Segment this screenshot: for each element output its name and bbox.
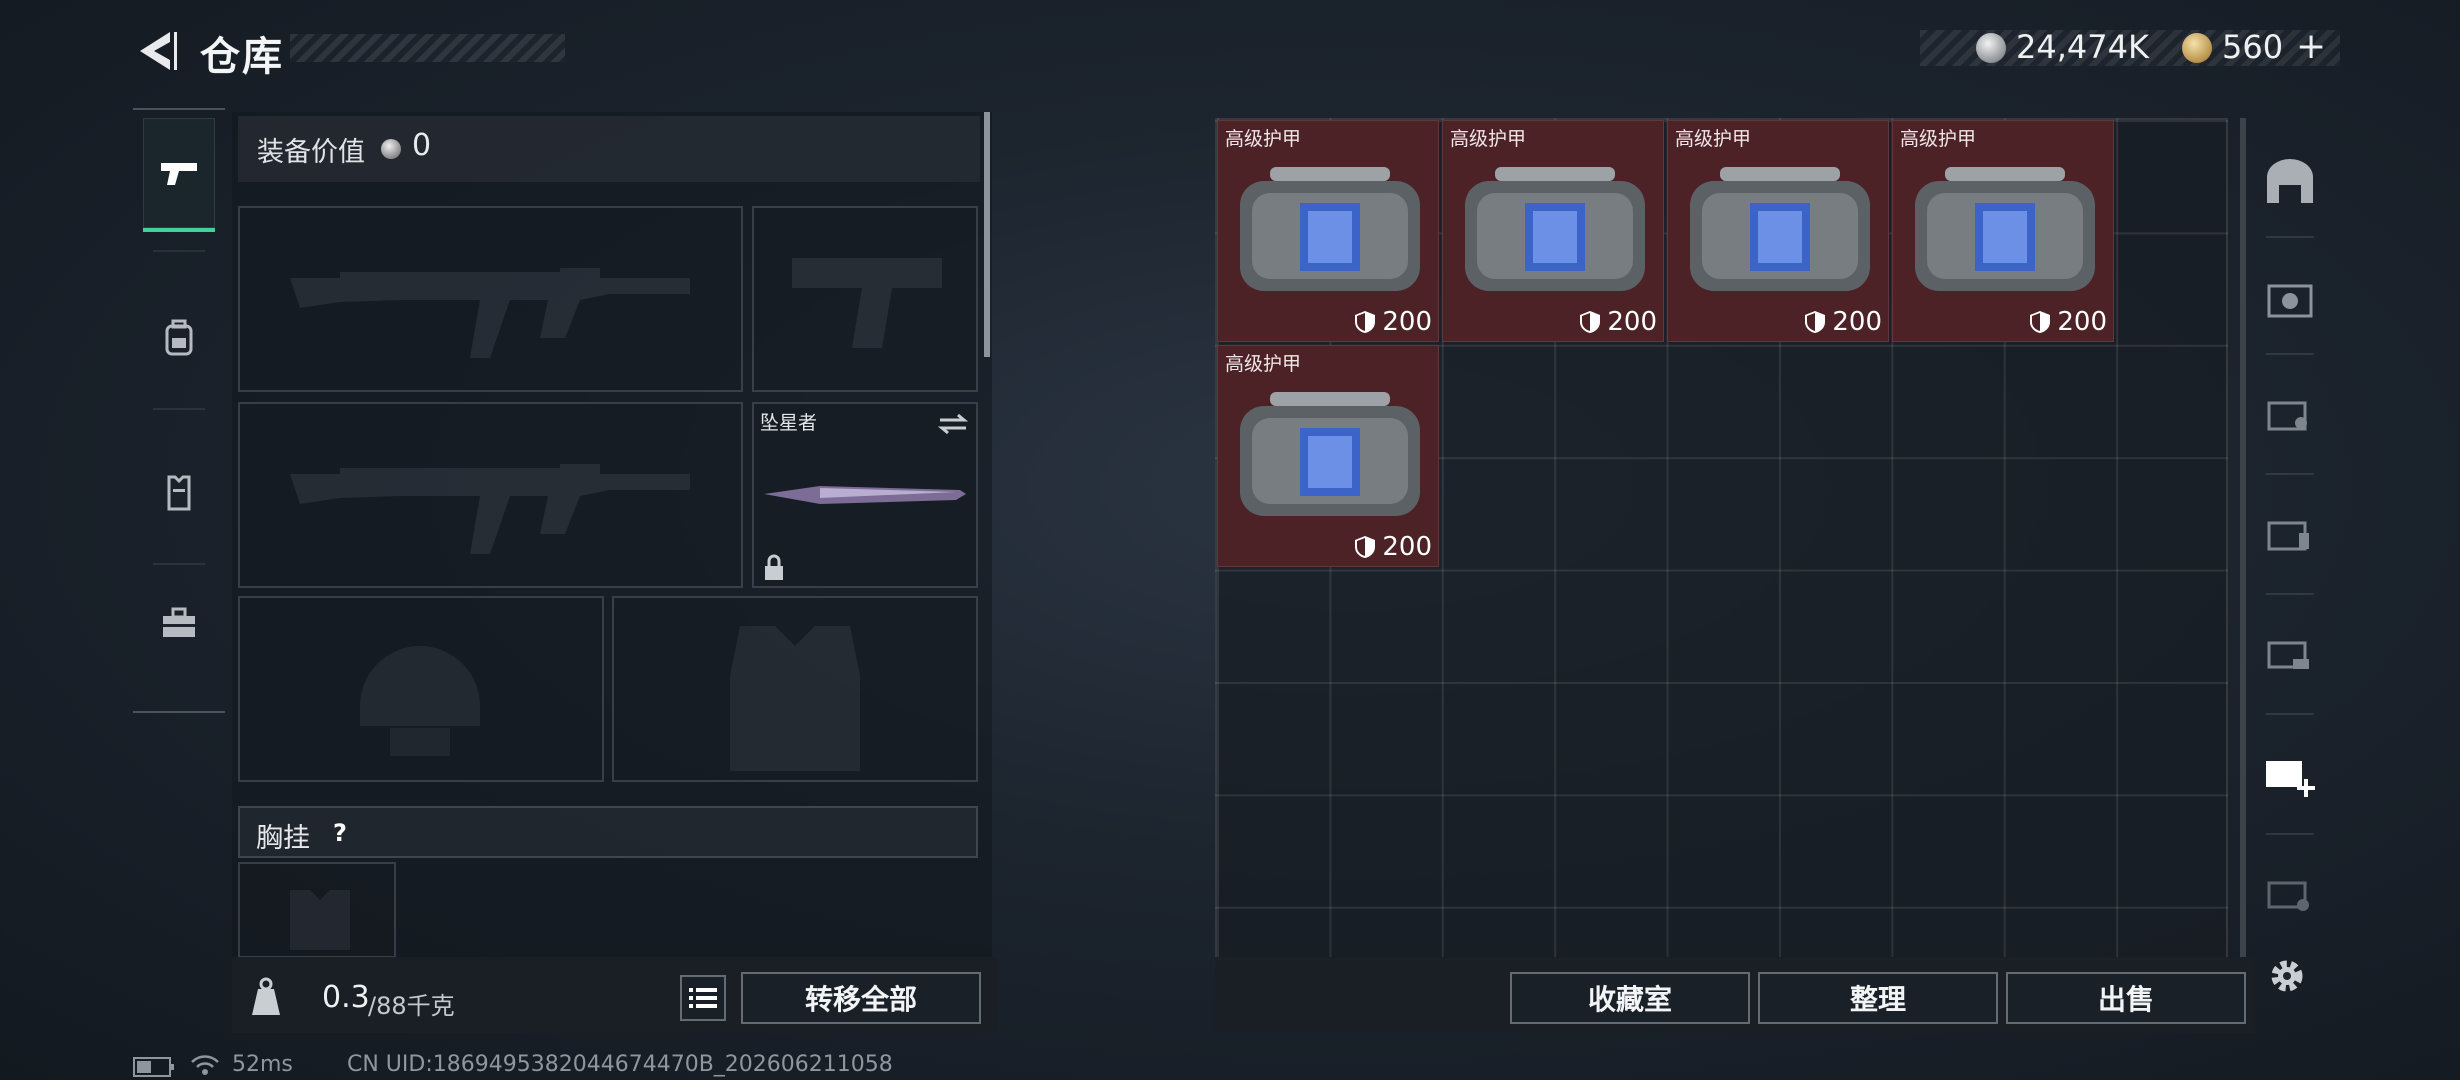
armor-bag-icon [1915,167,2095,291]
equipment-scrollbar[interactable] [984,112,990,357]
organize-button[interactable]: 整理 [1758,972,1998,1024]
storage-scrollbar[interactable] [2240,118,2246,958]
sidearm-slot[interactable] [752,206,978,392]
weight-max: /88千克 [368,992,455,1020]
warehouse-icon [2267,159,2313,203]
equipment-value-label: 装备价值 [257,137,365,168]
silver-coin-icon [1976,33,2006,63]
tab-backpack[interactable] [143,283,215,393]
silver-amount: 24,474K [2016,28,2149,66]
ping: 52ms [232,1052,293,1077]
sell-button[interactable]: 出售 [2006,972,2246,1024]
rifle-silhouette-icon [290,464,690,554]
back-arrow-icon [140,32,177,70]
case-icon [2267,881,2309,911]
toolbox-icon [163,607,195,637]
swap-icon[interactable] [936,412,970,436]
user-uid: CN UID:1869495382044674470B_202606211058 [347,1052,893,1077]
list-view-button[interactable] [680,975,726,1021]
inventory-item[interactable]: 高级护甲 200 [1667,120,1889,342]
armor-silhouette-icon [730,626,860,771]
inventory-item[interactable]: 高级护甲 200 [1217,120,1439,342]
title-decoration [290,34,565,62]
armor-bag-icon [1240,167,1420,291]
list-icon [689,988,717,1008]
armor-shield-icon [2030,311,2051,333]
rifle-silhouette-icon [290,268,690,358]
equipment-value: 0 [412,128,432,163]
item-value: 200 [1382,307,1432,337]
primary-weapon-slot-1[interactable] [238,206,743,392]
armor-bag-icon [1465,167,1645,291]
inventory-item[interactable]: 高级护甲 200 [1442,120,1664,342]
case-icon [2267,284,2313,318]
settings-gear-icon[interactable] [2265,954,2309,998]
page-title: 仓库 [200,34,284,80]
pistol-icon [161,163,197,185]
storage-tab-main[interactable] [2254,128,2326,238]
transfer-all-button[interactable]: 转移全部 [741,972,981,1024]
item-value: 200 [1607,307,1657,337]
add-storage-icon [2266,761,2315,797]
armor-bag-icon [1240,392,1420,516]
tab-toolbox[interactable] [143,568,215,678]
inventory-item[interactable]: 高级护甲 200 [1217,345,1439,567]
weight-current: 0.3 [322,980,370,1015]
knife-icon [764,486,966,504]
tab-vest[interactable] [143,438,215,548]
item-value: 200 [1832,307,1882,337]
folder-icon [2267,521,2309,551]
storage-tab-5[interactable] [2254,243,2326,353]
storage-tab-4[interactable] [2254,358,2326,468]
storage-tab-3[interactable] [2254,478,2326,588]
collection-room-button[interactable]: 收藏室 [1510,972,1750,1024]
chest-rig-silhouette-icon [290,890,350,950]
chest-rig-slot[interactable] [238,862,396,958]
armor-shield-icon [1355,311,1376,333]
case-icon [2267,641,2309,669]
pistol-silhouette-icon [792,258,942,348]
item-value: 200 [2057,307,2107,337]
storage-tab-2[interactable] [2254,598,2326,708]
silver-coin-icon [381,139,401,159]
category-tabs [133,108,225,713]
battery-icon [133,1057,174,1077]
gold-coin-icon [2182,33,2212,63]
armor-shield-icon [1355,536,1376,558]
backpack-icon [165,319,193,356]
primary-weapon-slot-2[interactable] [238,402,743,588]
chest-rig-header: 胸挂 ? [238,806,978,858]
gold-amount: 560 [2222,28,2284,66]
help-button[interactable]: ? [324,818,356,848]
weight-icon [252,977,280,1015]
armor-bag-icon [1690,167,1870,291]
melee-name: 坠星者 [760,412,818,434]
armor-shield-icon [1805,311,1826,333]
back-button[interactable] [130,26,180,76]
chest-rig-label: 胸挂 [256,823,310,854]
case-icon [2267,401,2307,431]
helmet-silhouette-icon [360,646,480,756]
lock-icon [765,554,783,580]
storage-tab-1[interactable] [2254,838,2326,948]
armor-shield-icon [1580,311,1601,333]
storage-tab-add[interactable] [2254,718,2326,828]
helmet-slot[interactable] [238,596,604,782]
item-value: 200 [1382,532,1432,562]
tab-weapons[interactable] [143,118,215,232]
add-currency-button[interactable]: + [2296,26,2326,67]
inventory-item[interactable]: 高级护甲 200 [1892,120,2114,342]
wifi-icon [191,1055,219,1075]
storage-tabs [2254,118,2326,948]
armor-slot[interactable] [612,596,978,782]
melee-slot[interactable]: 坠星者 [752,402,978,588]
vest-icon [167,475,191,511]
